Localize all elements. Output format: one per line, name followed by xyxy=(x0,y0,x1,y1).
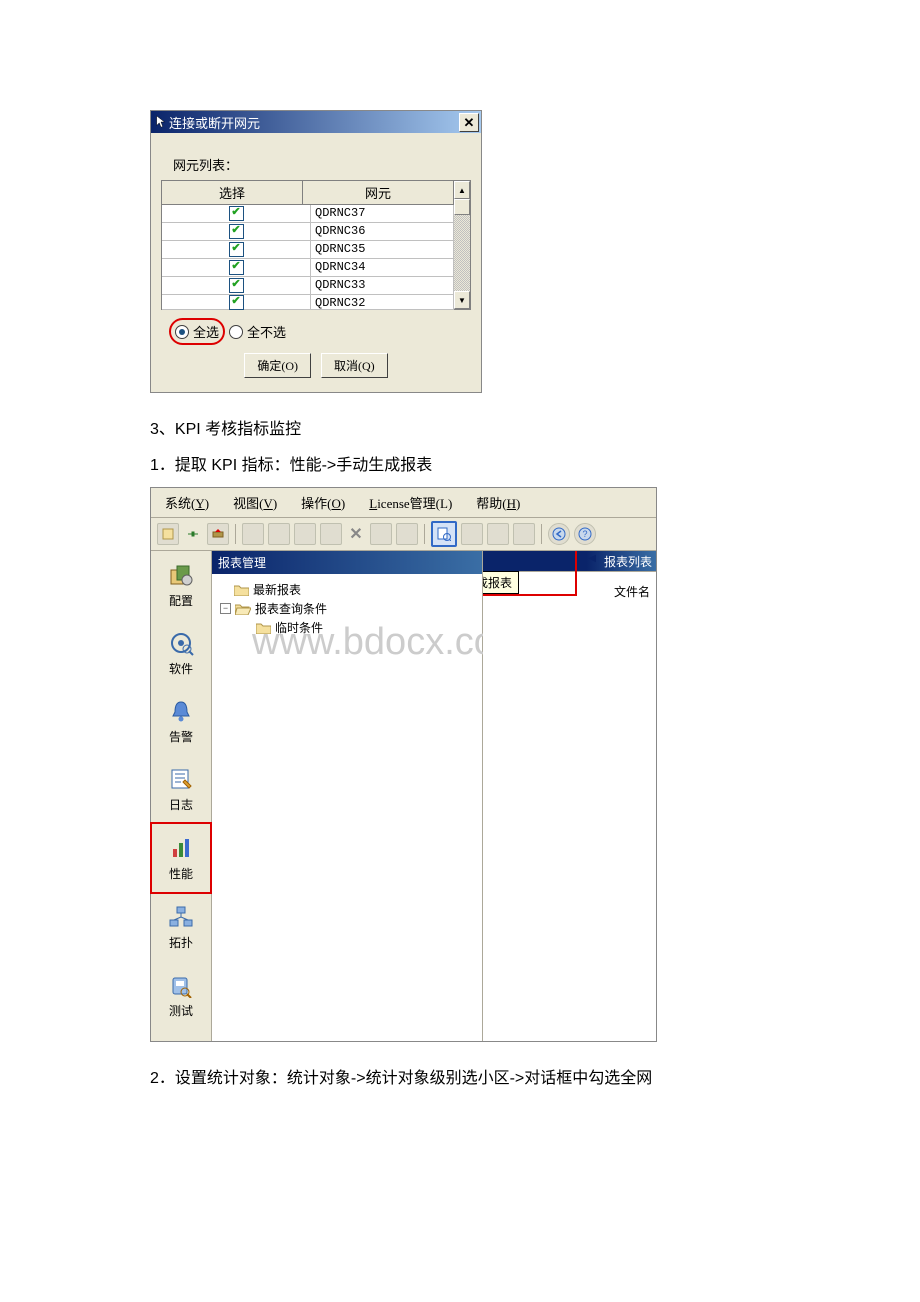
table-row[interactable]: ✔QDRNC34 xyxy=(162,259,454,277)
checkbox[interactable]: ✔ xyxy=(229,260,244,275)
menu-system[interactable]: 系统(Y) xyxy=(165,493,209,512)
radio-select-all[interactable] xyxy=(175,325,189,339)
toolbar-icon[interactable] xyxy=(242,523,264,545)
cancel-button[interactable]: 取消(Q) xyxy=(321,353,388,378)
table-row[interactable]: ✔QDRNC33 xyxy=(162,277,454,295)
toolbar-icon[interactable] xyxy=(513,523,535,545)
toolbar-icon[interactable] xyxy=(370,523,392,545)
arrow-left-icon[interactable]: ◀ xyxy=(588,553,596,564)
scrollbar[interactable]: ▲ ▼ xyxy=(454,181,471,310)
tree-pane: 报表管理 最新报表 − 报表查询条件 临时条件 xyxy=(212,551,483,1041)
tree-node[interactable]: − 报表查询条件 xyxy=(220,599,474,618)
highlight-circle: 全选 xyxy=(169,318,225,345)
checkbox[interactable]: ✔ xyxy=(229,206,244,221)
sidebar: 配置 软件 告警 日志 性能 xyxy=(151,551,212,1041)
back-icon[interactable] xyxy=(548,523,570,545)
table-row[interactable]: ✔QDRNC35 xyxy=(162,241,454,259)
checkbox[interactable]: ✔ xyxy=(229,278,244,293)
report-gen-icon[interactable] xyxy=(431,521,457,547)
tree-header: 报表管理 xyxy=(212,551,482,574)
paragraph: 2．设置统计对象：统计对象->统计对象级别选小区->对话框中勾选全网 xyxy=(150,1064,770,1088)
toolbar-icon[interactable] xyxy=(396,523,418,545)
toolbar-icon[interactable] xyxy=(207,523,229,545)
sidebar-item-perf[interactable]: 性能 xyxy=(150,822,212,894)
topo-icon xyxy=(167,904,195,930)
connect-dialog: 连接或断开网元 ✕ 网元列表： 选择 网元 ✔QDRNC37 ✔QDRNC36 … xyxy=(150,110,482,393)
dialog-title: 连接或断开网元 xyxy=(169,113,260,132)
alarm-icon xyxy=(167,698,195,724)
menu-help[interactable]: 帮助(H) xyxy=(476,493,520,512)
tooltip: 手动生成报表 xyxy=(483,571,519,594)
folder-closed-icon xyxy=(234,584,249,596)
sidebar-item-test[interactable]: 测试 xyxy=(151,961,211,1029)
toolbar: ✕ ? xyxy=(151,518,656,551)
list-label: 网元列表： xyxy=(173,155,469,174)
table-row[interactable]: ✔QDRNC37 xyxy=(162,205,454,223)
sidebar-item-software[interactable]: 软件 xyxy=(151,619,211,687)
right-title: 报表列表 xyxy=(604,553,652,570)
filename-column-header: 文件名 xyxy=(614,583,650,600)
checkbox[interactable]: ✔ xyxy=(229,242,244,257)
menu-bar: 系统(Y) 视图(V) 操作(O) License管理(L) 帮助(H) xyxy=(151,488,656,518)
scroll-thumb[interactable] xyxy=(454,199,470,215)
col-ne-header: 网元 xyxy=(303,181,454,205)
ne-table: 选择 网元 ✔QDRNC37 ✔QDRNC36 ✔QDRNC35 ✔QDRNC3… xyxy=(161,180,471,310)
folder-closed-icon xyxy=(256,622,271,634)
app-window: 系统(Y) 视图(V) 操作(O) License管理(L) 帮助(H) ✕ xyxy=(150,487,657,1042)
sidebar-item-alarm[interactable]: 告警 xyxy=(151,687,211,755)
perf-icon xyxy=(167,835,195,861)
scroll-up-button[interactable]: ▲ xyxy=(454,181,470,199)
toolbar-icon[interactable] xyxy=(294,523,316,545)
help-icon[interactable]: ? xyxy=(574,523,596,545)
paragraph: 1．提取 KPI 指标：性能->手动生成报表 xyxy=(150,451,770,475)
software-icon xyxy=(167,630,195,656)
toolbar-icon[interactable] xyxy=(268,523,290,545)
checkbox[interactable]: ✔ xyxy=(229,295,244,310)
tree-node[interactable]: 临时条件 xyxy=(220,618,474,637)
config-icon xyxy=(167,562,195,588)
table-row[interactable]: ✔QDRNC36 xyxy=(162,223,454,241)
menu-view[interactable]: 视图(V) xyxy=(233,493,277,512)
cursor-icon xyxy=(155,115,167,129)
close-button[interactable]: ✕ xyxy=(459,113,479,132)
ok-button[interactable]: 确定(O) xyxy=(244,353,311,378)
sidebar-item-log[interactable]: 日志 xyxy=(151,755,211,823)
menu-operate[interactable]: 操作(O) xyxy=(301,493,345,512)
test-icon xyxy=(167,972,195,998)
select-all-label: 全选 xyxy=(193,322,219,341)
table-row[interactable]: ✔QDRNC32 xyxy=(162,295,454,310)
log-icon xyxy=(167,766,195,792)
toolbar-icon[interactable] xyxy=(461,523,483,545)
folder-open-icon xyxy=(235,603,251,615)
sidebar-item-topo[interactable]: 拓扑 xyxy=(151,893,211,961)
scroll-down-button[interactable]: ▼ xyxy=(454,291,470,309)
checkbox[interactable]: ✔ xyxy=(229,224,244,239)
radio-select-none[interactable] xyxy=(229,325,243,339)
paragraph: 3、KPI 考核指标监控 xyxy=(150,415,770,439)
collapse-icon[interactable]: − xyxy=(220,603,231,614)
dialog-titlebar[interactable]: 连接或断开网元 ✕ xyxy=(151,111,481,133)
select-none-label: 全不选 xyxy=(247,322,286,341)
toolbar-icon[interactable] xyxy=(157,523,179,545)
toolbar-icon[interactable] xyxy=(320,523,342,545)
sidebar-item-config[interactable]: 配置 xyxy=(151,551,211,619)
tree-node[interactable]: 最新报表 xyxy=(220,580,474,599)
menu-license[interactable]: License管理(L) xyxy=(369,493,452,512)
toolbar-icon[interactable] xyxy=(487,523,509,545)
col-select-header: 选择 xyxy=(162,181,303,205)
svg-text:?: ? xyxy=(582,529,587,539)
delete-icon[interactable]: ✕ xyxy=(346,524,366,544)
toolbar-icon[interactable] xyxy=(183,524,203,544)
right-pane: ◀ 报表列表 手动生成报表 文件名 xyxy=(483,551,656,1041)
